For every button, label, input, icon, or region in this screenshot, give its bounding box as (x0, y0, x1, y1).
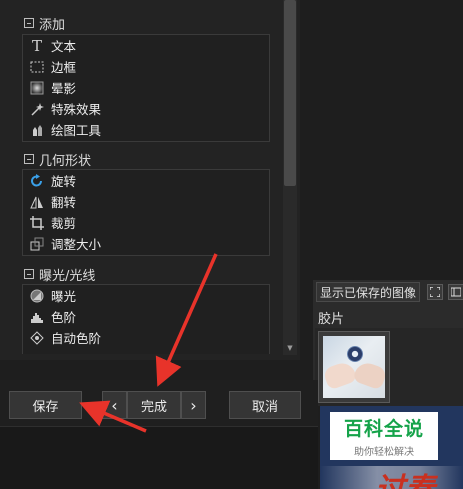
tool-label: 色阶 (51, 310, 77, 325)
film-strip (315, 328, 463, 406)
next-button[interactable]: › (181, 391, 206, 419)
tool-label: 旋转 (51, 174, 77, 189)
watermark-title: 百科全说 (343, 418, 424, 440)
collapse-icon[interactable] (24, 269, 34, 279)
scroll-thumb[interactable] (284, 0, 296, 186)
tools-scrollbar[interactable]: ▼ (283, 0, 297, 355)
prev-button[interactable]: ‹ (102, 391, 127, 419)
image-thumbnail[interactable] (318, 331, 390, 403)
flip-icon (29, 194, 45, 210)
auto-levels-icon (29, 330, 45, 346)
tool-label: 特殊效果 (51, 102, 102, 117)
exposure-tools-group: 曝光 色阶 自动色阶 (22, 284, 270, 354)
tool-label: 边框 (51, 60, 77, 75)
magic-wand-icon (29, 101, 45, 117)
tool-drawing[interactable]: 绘图工具 (23, 119, 269, 140)
collapse-icon[interactable] (24, 154, 34, 164)
section-geometry-header[interactable]: 几何形状 (24, 150, 92, 169)
film-panel: 显示已保存的图像 胶片 (313, 280, 463, 406)
watermark-subtitle: 助你轻松解决 (354, 447, 414, 458)
tool-label: 晕影 (51, 81, 77, 96)
section-title: 几何形状 (39, 153, 92, 169)
cancel-button[interactable]: 取消 (229, 391, 301, 419)
watermark-logo: 百科全说 助你轻松解决 过春 (320, 406, 463, 489)
exposure-icon (29, 288, 45, 304)
done-button[interactable]: 完成 (127, 391, 181, 419)
vignette-icon (29, 80, 45, 96)
tools-panel: 添加 T 文本 边框 晕影 特殊效果 绘图工具 几何形状 旋转 翻转 裁剪 调整… (0, 0, 300, 360)
section-title: 添加 (39, 17, 66, 33)
geometry-tools-group: 旋转 翻转 裁剪 调整大小 (22, 169, 270, 256)
tool-label: 翻转 (51, 195, 77, 210)
tool-auto-levels[interactable]: 自动色阶 (23, 327, 269, 348)
levels-icon (29, 309, 45, 325)
status-strip (0, 426, 318, 489)
save-button[interactable]: 保存 (9, 391, 82, 419)
tool-label: 文本 (51, 39, 77, 54)
resize-icon (29, 236, 45, 252)
scroll-down-icon[interactable]: ▼ (285, 344, 295, 352)
filmstrip-view-icon[interactable] (448, 284, 463, 300)
fullscreen-icon[interactable] (427, 284, 443, 300)
tool-special-effects[interactable]: 特殊效果 (23, 98, 269, 119)
action-bar: 保存 ‹ 完成 › 取消 (0, 380, 318, 426)
tool-text[interactable]: T 文本 (23, 35, 269, 56)
tool-label: 曝光 (51, 289, 77, 304)
tool-label: 裁剪 (51, 216, 77, 231)
watermark-card: 百科全说 助你轻松解决 (330, 412, 438, 460)
section-add-header[interactable]: 添加 (24, 14, 66, 33)
drawing-tools-icon (29, 122, 45, 138)
show-saved-images-button[interactable]: 显示已保存的图像 (316, 282, 420, 302)
section-exposure-header[interactable]: 曝光/光线 (24, 265, 96, 284)
tool-exposure[interactable]: 曝光 (23, 285, 269, 306)
crop-icon (29, 215, 45, 231)
watermark-red-text: 过春 (375, 464, 435, 489)
rotate-icon (29, 173, 45, 189)
tool-rotate[interactable]: 旋转 (23, 170, 269, 191)
tool-border[interactable]: 边框 (23, 56, 269, 77)
tool-crop[interactable]: 裁剪 (23, 212, 269, 233)
border-icon (29, 59, 45, 75)
add-tools-group: T 文本 边框 晕影 特殊效果 绘图工具 (22, 34, 270, 142)
thumbnail-image (323, 336, 385, 398)
collapse-icon[interactable] (24, 18, 34, 28)
text-icon: T (31, 36, 42, 55)
tool-label: 调整大小 (51, 237, 102, 252)
tool-label: 自动色阶 (51, 331, 102, 346)
film-label: 胶片 (318, 312, 345, 327)
section-title: 曝光/光线 (39, 268, 96, 284)
tool-vignette[interactable]: 晕影 (23, 77, 269, 98)
tool-levels[interactable]: 色阶 (23, 306, 269, 327)
tool-resize[interactable]: 调整大小 (23, 233, 269, 254)
tool-flip[interactable]: 翻转 (23, 191, 269, 212)
tool-label: 绘图工具 (51, 123, 102, 138)
